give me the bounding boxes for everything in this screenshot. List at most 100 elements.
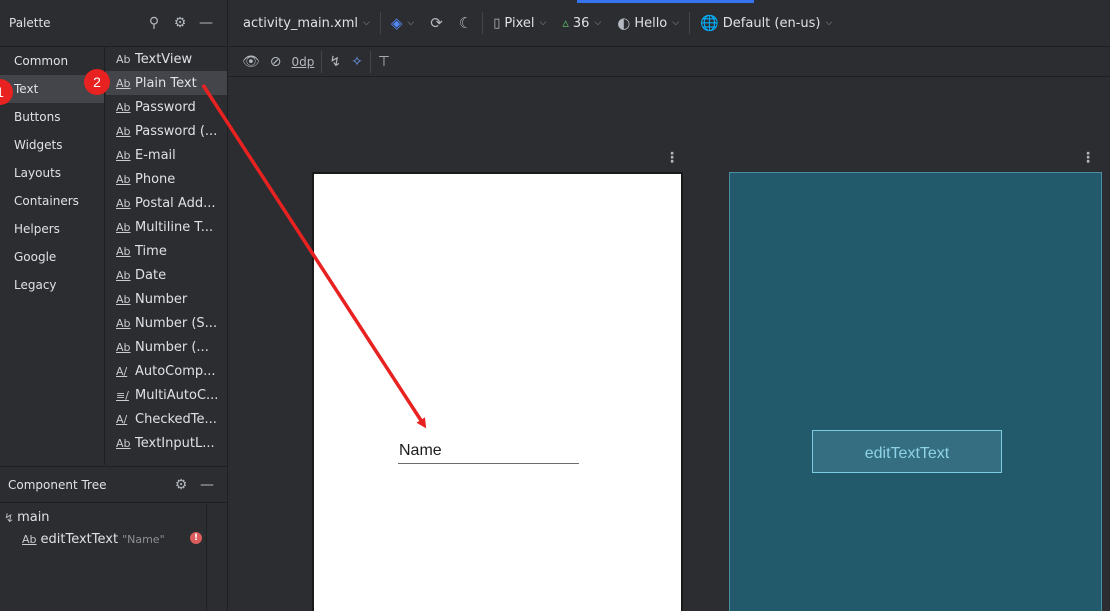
api-label: 36 — [572, 15, 590, 31]
palette-item-label: Postal Add... — [135, 195, 216, 211]
widget-icon: Ab — [116, 76, 131, 90]
theme-icon: ◐ — [617, 14, 631, 32]
orientation-button[interactable]: ⟳ — [422, 10, 451, 36]
palette-item[interactable]: Ab TextView — [106, 47, 227, 71]
divider — [321, 50, 323, 73]
palette-category-legacy[interactable]: Legacy — [0, 271, 104, 299]
clear-constraints-icon[interactable]: ↯ — [324, 51, 346, 73]
phone-icon: ▯ — [493, 15, 501, 31]
palette-item[interactable]: Ab Number — [106, 287, 227, 311]
blueprint-preview[interactable]: editTextText — [729, 172, 1102, 611]
palette-item-label: E-mail — [135, 147, 176, 163]
palette-item[interactable]: A/CheckedTe... — [106, 407, 227, 431]
palette-item-label: Date — [135, 267, 167, 283]
palette-item-label: Phone — [135, 171, 176, 187]
palette-item-label: TextView — [135, 51, 193, 67]
chevron-down-icon: ⌵ — [363, 18, 370, 28]
locale-dropdown[interactable]: 🌐 Default (en-us) ⌵ — [692, 10, 840, 36]
palette-item-label: TextInputL... — [135, 435, 215, 451]
palette-category-containers[interactable]: Containers — [0, 187, 104, 215]
widget-icon: A/ — [116, 364, 128, 378]
default-margin-button[interactable]: 0dp — [287, 51, 320, 73]
blueprint-edittext[interactable]: editTextText — [812, 430, 1002, 473]
component-tree: ↯ main Ab editTextText "Name" — [0, 504, 228, 611]
divider — [689, 12, 691, 34]
magnet-off-icon[interactable]: ⊘ — [265, 51, 287, 73]
api-dropdown[interactable]: ▵ 36 ⌵ — [554, 10, 609, 36]
palette-category-widgets[interactable]: Widgets — [0, 131, 104, 159]
widget-icon: Ab — [116, 148, 131, 162]
guidelines-icon[interactable]: ⊤ — [373, 51, 395, 73]
left-panel: Palette ⚲ ⚙ — Common Text Buttons Widgets La… — [0, 0, 228, 611]
palette-item[interactable]: Ab Date — [106, 263, 227, 287]
theme-label: Hello — [634, 15, 668, 31]
error-icon[interactable]: ! — [190, 532, 202, 544]
more-options-icon[interactable]: ⋮ — [665, 150, 679, 166]
palette-item[interactable]: Ab Number (S... — [106, 311, 227, 335]
palette-item-label: Number (S... — [135, 315, 218, 331]
widget-icon: Ab — [116, 100, 131, 114]
palette-item-label: Time — [135, 243, 167, 259]
palette-category-helpers[interactable]: Helpers — [0, 215, 104, 243]
tree-node-main[interactable]: ↯ main — [4, 510, 50, 525]
palette-item[interactable]: Ab Password (... — [106, 119, 227, 143]
locale-label: Default (en-us) — [722, 15, 821, 31]
chevron-down-icon: ⌵ — [407, 18, 415, 28]
palette-item-label: MultiAutoC... — [135, 387, 219, 403]
file-label: activity_main.xml — [243, 15, 359, 31]
palette-item[interactable]: Ab Phone — [106, 167, 227, 191]
moon-icon: ☾ — [458, 14, 473, 32]
active-tab-indicator — [577, 0, 754, 3]
tree-node-hint: "Name" — [122, 533, 165, 546]
component-tree-title: Component Tree — [8, 477, 107, 492]
palette-category-layouts[interactable]: Layouts — [0, 159, 104, 187]
palette-item[interactable]: Ab TextInputL... — [106, 431, 227, 455]
widget-icon: Ab — [116, 340, 131, 354]
palette-item[interactable]: Ab Postal Add... — [106, 191, 227, 215]
more-options-icon[interactable]: ⋮ — [1081, 150, 1095, 166]
chevron-down-icon: ⌵ — [539, 18, 547, 28]
palette-item[interactable]: Ab Password — [106, 95, 227, 119]
gear-icon[interactable]: ⚙ — [168, 474, 194, 496]
palette-item[interactable]: Ab Plain Text — [106, 71, 227, 95]
palette-items: Ab TextView Ab Plain Text Ab Password Ab Passwo… — [106, 47, 227, 465]
palette-item-label: Number (... — [135, 339, 209, 355]
widget-icon: ≡/ — [116, 388, 129, 402]
divider — [379, 12, 381, 34]
divider — [206, 504, 207, 611]
magic-wand-icon[interactable]: ✧ — [346, 51, 368, 73]
widget-icon: Ab — [116, 436, 131, 450]
globe-icon: 🌐 — [700, 14, 719, 32]
layers-icon: ◈ — [390, 14, 403, 32]
minimize-icon[interactable]: — — [193, 12, 219, 34]
component-tree-header: Component Tree ⚙ — — [0, 466, 228, 503]
tree-node-edittext[interactable]: Ab editTextText "Name" — [22, 532, 165, 547]
palette-item[interactable]: Ab Time — [106, 239, 227, 263]
palette-item[interactable]: A/AutoComp... — [106, 359, 227, 383]
design-preview[interactable]: Name — [312, 172, 683, 611]
design-surface-button[interactable]: ◈ ⌵ — [383, 10, 422, 36]
chevron-down-icon: ⌵ — [672, 18, 680, 28]
night-mode-button[interactable]: ☾ — [451, 10, 480, 36]
file-dropdown[interactable]: activity_main.xml ⌵ — [235, 10, 378, 36]
minimize-icon[interactable]: — — [194, 474, 220, 496]
palette-item[interactable]: Ab Multiline T... — [106, 215, 227, 239]
theme-dropdown[interactable]: ◐ Hello ⌵ — [609, 10, 687, 36]
palette-item-label: AutoComp... — [135, 363, 216, 379]
textview-icon: Ab — [22, 533, 37, 546]
palette-item-label: Password (... — [135, 123, 218, 139]
device-dropdown[interactable]: ▯ Pixel ⌵ — [485, 10, 554, 36]
search-icon[interactable]: ⚲ — [141, 12, 167, 34]
widget-icon: Ab — [116, 52, 131, 66]
plain-text-field[interactable]: Name — [398, 442, 579, 464]
palette-item[interactable]: ≡/ MultiAutoC... — [106, 383, 227, 407]
palette-item-label: Number — [135, 291, 188, 307]
palette-item[interactable]: Ab E-mail — [106, 143, 227, 167]
palette-category-google[interactable]: Google — [0, 243, 104, 271]
eye-icon[interactable]: 👁 — [237, 51, 265, 73]
widget-icon: Ab — [116, 316, 131, 330]
palette-item[interactable]: Ab Number (... — [106, 335, 227, 359]
gear-icon[interactable]: ⚙ — [167, 12, 193, 34]
palette-category-buttons[interactable]: Buttons — [0, 103, 104, 131]
rotate-icon: ⟳ — [430, 14, 443, 32]
